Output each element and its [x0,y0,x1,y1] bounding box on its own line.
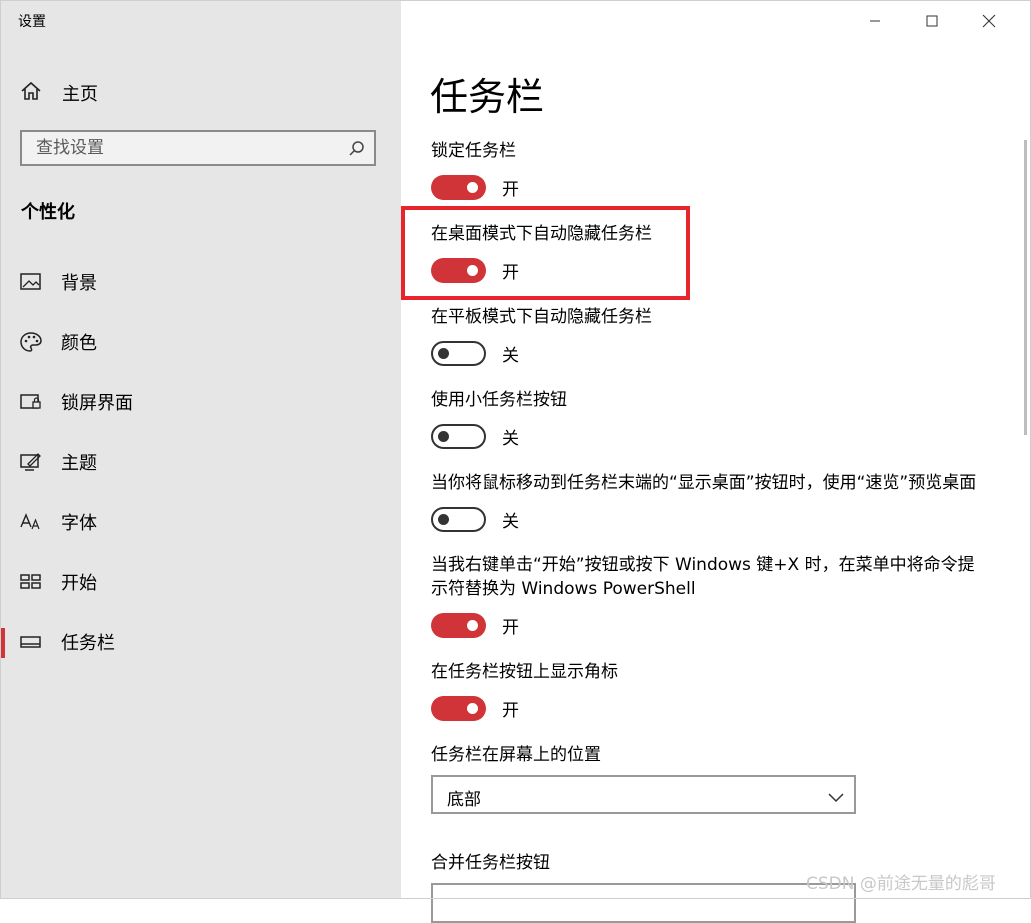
setting-toggle-row: 开 [431,612,519,638]
sidebar-item-label: 主题 [61,453,97,474]
sidebar-item-taskbar[interactable]: 任务栏 [0,622,401,662]
search-icon[interactable] [348,140,366,162]
theme-icon [20,452,42,472]
sidebar-home[interactable]: 主页 [20,80,98,106]
autohide-tablet-toggle[interactable] [431,340,486,366]
palette-icon [20,332,42,352]
search-box[interactable] [20,130,376,166]
sidebar-item-start[interactable]: 开始 [0,562,401,602]
minimize-icon [869,20,880,22]
maximize-button[interactable] [903,8,960,34]
sidebar-item-label: 字体 [61,513,97,534]
toggle-state-label: 开 [502,179,519,200]
toggle-state-label: 关 [502,428,519,449]
chevron-down-icon [828,788,844,807]
toggle-knob [438,347,449,359]
toggle-knob [467,181,478,193]
picture-icon [20,272,42,292]
minimize-button[interactable] [846,8,903,34]
section-heading: 个性化 [21,202,75,223]
close-icon [982,14,995,28]
combine-buttons-select[interactable] [431,883,856,923]
maximize-icon [926,15,937,27]
toggle-state-label: 开 [502,617,519,638]
watermark: CSDN @前途无量的彪哥 [806,874,996,894]
badges-toggle[interactable] [431,695,486,721]
window-controls [846,8,1017,34]
peek-toggle[interactable] [431,506,486,532]
taskbar-position-select[interactable]: 底部 [431,775,856,814]
toggle-knob [438,430,449,442]
toggle-knob [467,702,478,714]
lock-taskbar-toggle[interactable] [431,174,486,200]
toggle-knob [467,619,478,631]
taskbar-position-label: 任务栏在屏幕上的位置 [431,745,601,765]
sidebar-item-themes[interactable]: 主题 [0,442,401,482]
lock-screen-icon [20,392,42,412]
setting-label-powershell: 当我右键单击“开始”按钮或按下 Windows 键+X 时，在菜单中将命令提示符… [431,555,975,599]
close-button[interactable] [960,8,1017,34]
font-icon [20,512,42,532]
home-icon [20,80,42,106]
sidebar-item-label: 开始 [61,573,97,594]
toggle-state-label: 关 [502,511,519,532]
toggle-state-label: 开 [502,700,519,721]
sidebar-item-background[interactable]: 背景 [0,262,401,302]
toggle-state-label: 关 [502,345,519,366]
sidebar-item-label: 锁屏界面 [61,393,133,414]
setting-toggle-row: 开 [431,174,519,200]
start-icon [20,572,42,592]
sidebar-item-label: 任务栏 [61,633,115,654]
sidebar: 设置 主页 个性化 背景 颜色 锁屏界面 主题 [0,0,401,899]
setting-label-lock-taskbar: 锁定任务栏 [431,141,516,161]
sidebar-item-colors[interactable]: 颜色 [0,322,401,362]
taskbar-icon [20,632,42,652]
scrollbar[interactable] [1024,140,1027,435]
search-input[interactable] [36,132,336,164]
setting-toggle-row: 关 [431,340,519,366]
page-title: 任务栏 [430,75,545,119]
setting-label-badges: 在任务栏按钮上显示角标 [431,662,618,682]
setting-toggle-row: 开 [431,695,519,721]
sidebar-item-label: 颜色 [61,333,97,354]
powershell-toggle[interactable] [431,612,486,638]
setting-label-small-buttons: 使用小任务栏按钮 [431,390,567,410]
setting-label-peek: 当你将鼠标移动到任务栏末端的“显示桌面”按钮时，使用“速览”预览桌面 [431,473,977,493]
setting-toggle-row: 关 [431,423,519,449]
toggle-knob [438,513,449,525]
sidebar-item-label: 背景 [61,273,97,294]
window-title: 设置 [18,14,46,30]
setting-label-autohide-tablet: 在平板模式下自动隐藏任务栏 [431,307,652,327]
highlight-box [401,206,690,300]
small-buttons-toggle[interactable] [431,423,486,449]
setting-toggle-row: 关 [431,506,519,532]
sidebar-item-lock-screen[interactable]: 锁屏界面 [0,382,401,422]
sidebar-home-label: 主页 [62,84,98,105]
sidebar-item-fonts[interactable]: 字体 [0,502,401,542]
taskbar-position-value: 底部 [447,790,481,810]
